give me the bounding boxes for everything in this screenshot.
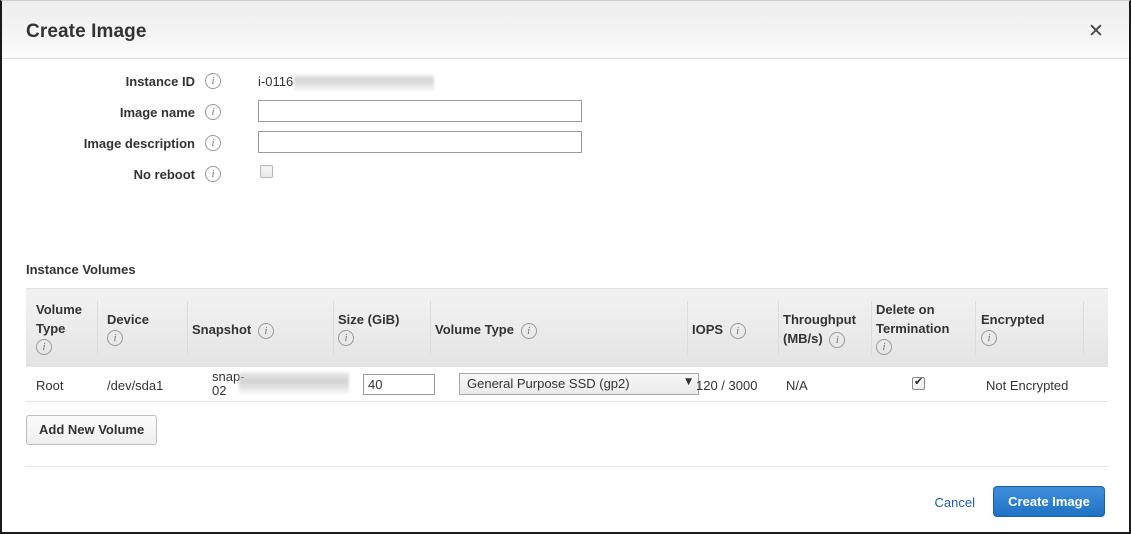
info-icon-image-name[interactable]: i [205, 104, 221, 120]
info-icon-no-reboot[interactable]: i [205, 166, 221, 182]
column-header-snapshot: Snapshot i [192, 320, 274, 339]
cancel-button[interactable]: Cancel [935, 495, 975, 510]
column-divider [97, 301, 98, 355]
info-icon-col-device[interactable]: i [107, 330, 123, 346]
dialog-title: Create Image [26, 21, 147, 42]
col-device-label: Device [107, 312, 149, 327]
info-icon-col-size[interactable]: i [338, 330, 354, 346]
form-row-image-name: Image name i [2, 100, 1129, 131]
col-delete-line1: Delete on [876, 302, 935, 317]
image-description-input[interactable] [258, 131, 582, 153]
image-description-label: Image description [83, 136, 195, 151]
image-name-input[interactable] [258, 100, 582, 122]
col-volume-type-line1: Volume [36, 302, 82, 317]
column-divider [187, 301, 188, 355]
snapshot-line2: 02 [212, 383, 227, 398]
cell-device: /dev/sda1 [107, 378, 164, 393]
form-row-instance-id: Instance ID i i-0116 [2, 69, 1129, 100]
column-header-volume-type: Volume Type i [36, 300, 82, 355]
column-divider [1083, 301, 1084, 355]
column-header-iops: IOPS i [692, 320, 746, 339]
cell-iops: 120 / 3000 [696, 378, 758, 393]
image-form: Instance ID i i-0116 Image name i Image … [2, 69, 1129, 193]
column-header-encrypted: Encrypted i [981, 310, 1045, 346]
info-icon-instance-id[interactable]: i [205, 73, 221, 89]
column-header-volume-type-value: Volume Type i [435, 320, 537, 339]
column-header-device: Device i [107, 310, 149, 346]
col-volume-type-line2: Type [36, 321, 66, 336]
column-divider [975, 301, 976, 355]
chevron-down-icon: ▼ [685, 377, 692, 387]
column-divider [430, 301, 431, 355]
instance-volumes-title: Instance Volumes [26, 262, 136, 277]
instance-id-text: i-0116 [258, 74, 294, 89]
no-reboot-checkbox[interactable] [260, 165, 273, 178]
col-iops-label: IOPS [692, 322, 724, 337]
info-icon-col-volume-type-value[interactable]: i [520, 322, 537, 339]
column-header-delete-on-termination: Delete on Termination i [876, 300, 949, 355]
col-throughput-line1: Throughput [783, 312, 856, 327]
instance-id-value: i-0116 [258, 72, 435, 91]
cell-encrypted: Not Encrypted [986, 378, 1069, 393]
cell-volume-type: Root [36, 378, 64, 393]
form-row-image-description: Image description i [2, 131, 1129, 162]
create-image-button[interactable]: Create Image [993, 486, 1105, 517]
form-row-no-reboot: No reboot i [2, 162, 1129, 193]
column-divider [687, 301, 688, 355]
close-icon[interactable]: ✕ [1085, 21, 1107, 43]
table-header-row: Volume Type i Device i Snapshot i Size (… [26, 288, 1108, 366]
table-row: Root /dev/sda1 snap- 02 General Purpose … [26, 366, 1108, 402]
dialog-titlebar: Create Image ✕ [2, 1, 1129, 59]
col-volume-type-value-label: Volume Type [435, 322, 514, 337]
redacted-instance-id [294, 74, 435, 91]
col-snapshot-label: Snapshot [192, 322, 252, 337]
dialog-body: Instance ID i i-0116 Image name i Image … [2, 59, 1129, 505]
cell-snapshot: snap- 02 [212, 370, 352, 398]
info-icon-col-snapshot[interactable]: i [257, 322, 274, 339]
info-icon-col-encrypted[interactable]: i [981, 330, 997, 346]
col-throughput-line2: (MB/s) [783, 331, 823, 346]
snapshot-line2-wrap: 02 [212, 372, 352, 398]
dialog-footer: Cancel Create Image [2, 467, 1129, 532]
instance-id-label: Instance ID [125, 74, 195, 89]
image-name-label: Image name [119, 105, 195, 120]
col-delete-line2: Termination [876, 321, 950, 336]
create-image-dialog: Create Image ✕ Instance ID i i-0116 Imag… [0, 0, 1131, 534]
col-encrypted-label: Encrypted [981, 312, 1045, 327]
column-divider [778, 301, 779, 355]
column-header-size: Size (GiB) i [338, 310, 399, 346]
info-icon-col-throughput[interactable]: i [829, 331, 846, 348]
info-icon-col-iops[interactable]: i [729, 322, 746, 339]
cell-throughput: N/A [786, 378, 808, 393]
info-icon-image-description[interactable]: i [205, 135, 221, 151]
column-divider [333, 301, 334, 355]
info-icon-col-volume-type[interactable]: i [36, 339, 52, 355]
instance-volumes-table: Volume Type i Device i Snapshot i Size (… [26, 288, 1108, 402]
info-icon-col-delete[interactable]: i [876, 339, 892, 355]
volume-type-select[interactable]: General Purpose SSD (gp2) ▼ [459, 373, 699, 395]
no-reboot-label: No reboot [133, 167, 195, 182]
add-new-volume-button[interactable]: Add New Volume [26, 415, 158, 445]
col-size-label: Size (GiB) [338, 312, 400, 327]
redacted-snapshot-id [239, 372, 349, 394]
column-header-throughput: Throughput (MB/s) i [783, 310, 856, 348]
column-divider [871, 301, 872, 355]
delete-on-termination-checkbox[interactable] [912, 375, 925, 390]
volume-type-select-value: General Purpose SSD (gp2) [467, 376, 630, 391]
size-input[interactable] [363, 374, 435, 395]
